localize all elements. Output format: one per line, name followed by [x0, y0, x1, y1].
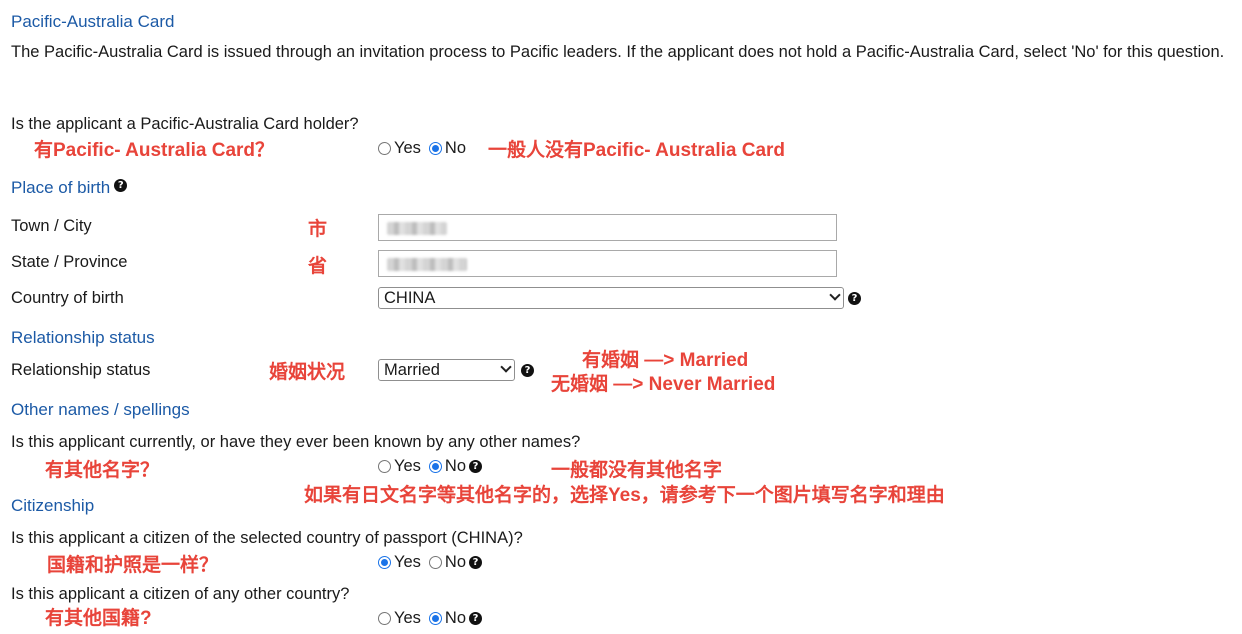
pacific-card-no-option[interactable]: No [428, 139, 466, 158]
citizenship-q2: Is this applicant a citizen of any other… [11, 585, 350, 603]
country-of-birth-select[interactable]: CHINA [378, 287, 844, 309]
help-icon[interactable]: ? [469, 460, 483, 473]
radio-icon[interactable] [428, 142, 442, 155]
relationship-note-never: 无婚姻 —> Never Married [551, 374, 776, 395]
radio-icon[interactable] [428, 612, 442, 625]
pacific-card-heading: Pacific-Australia Card [11, 12, 175, 31]
state-province-note: 省 [308, 256, 328, 277]
place-of-birth-heading-row: Place of birth ? [11, 178, 128, 198]
relationship-label: Relationship status [11, 361, 151, 379]
radio-icon[interactable] [378, 556, 391, 569]
town-city-note: 市 [308, 219, 328, 240]
other-names-note-bottom: 如果有日文名字等其他名字的，选择Yes，请参考下一个图片填写名字和理由 [304, 485, 945, 506]
redacted-value [387, 222, 447, 235]
other-names-no-option[interactable]: No [428, 457, 466, 476]
town-city-label: Town / City [11, 217, 92, 235]
other-names-note-right: 一般都没有其他名字 [551, 460, 723, 481]
pacific-card-note-right: 一般人没有Pacific- Australia Card [488, 140, 786, 161]
radio-icon[interactable] [378, 612, 391, 625]
country-of-birth-label: Country of birth [11, 289, 124, 307]
citizenship-heading: Citizenship [11, 496, 95, 515]
citizenship-q1-yes-option[interactable]: Yes [378, 553, 421, 572]
citizenship-q1-radio-group: Yes No ? [378, 553, 483, 572]
citizenship-q2-radio-group: Yes No ? [378, 609, 483, 628]
redacted-value [387, 258, 467, 271]
citizenship-q2-yes-option[interactable]: Yes [378, 609, 421, 628]
other-names-heading: Other names / spellings [11, 400, 190, 419]
pacific-card-description: The Pacific-Australia Card is issued thr… [11, 43, 1225, 61]
radio-icon[interactable] [428, 460, 442, 473]
relationship-note: 婚姻状况 [269, 362, 346, 383]
place-of-birth-heading: Place of birth [11, 178, 111, 197]
citizenship-q2-note: 有其他国籍? [45, 608, 152, 629]
citizenship-q1-no-option[interactable]: No [428, 553, 466, 572]
pacific-card-note-left: 有Pacific- Australia Card？ [34, 140, 275, 161]
help-icon[interactable]: ? [848, 292, 861, 305]
citizenship-q2-no-option[interactable]: No [428, 609, 466, 628]
chevron-down-icon [829, 289, 841, 301]
citizenship-q1-note: 国籍和护照是一样？ [47, 555, 219, 576]
help-icon[interactable]: ? [114, 178, 128, 192]
town-city-input[interactable] [378, 214, 837, 241]
relationship-note-married: 有婚姻 —> Married [582, 350, 749, 371]
help-icon[interactable]: ? [469, 612, 483, 625]
pacific-card-question: Is the applicant a Pacific-Australia Car… [11, 115, 359, 133]
state-province-input[interactable] [378, 250, 837, 277]
other-names-yes-option[interactable]: Yes [378, 457, 421, 476]
help-icon[interactable]: ? [521, 364, 534, 377]
help-icon[interactable]: ? [469, 556, 483, 569]
citizenship-q1: Is this applicant a citizen of the selec… [11, 529, 523, 547]
radio-icon[interactable] [428, 556, 442, 569]
radio-icon[interactable] [378, 142, 391, 155]
pacific-card-radio-group: Yes No [378, 139, 474, 158]
radio-icon[interactable] [378, 460, 391, 473]
other-names-question: Is this applicant currently, or have the… [11, 433, 581, 451]
relationship-select[interactable]: Married [378, 359, 515, 381]
pacific-card-yes-option[interactable]: Yes [378, 139, 421, 158]
state-province-label: State / Province [11, 253, 128, 271]
other-names-note-left: 有其他名字？ [45, 460, 160, 481]
chevron-down-icon [500, 361, 512, 373]
relationship-heading: Relationship status [11, 328, 155, 347]
other-names-radio-group: Yes No ? [378, 457, 483, 476]
